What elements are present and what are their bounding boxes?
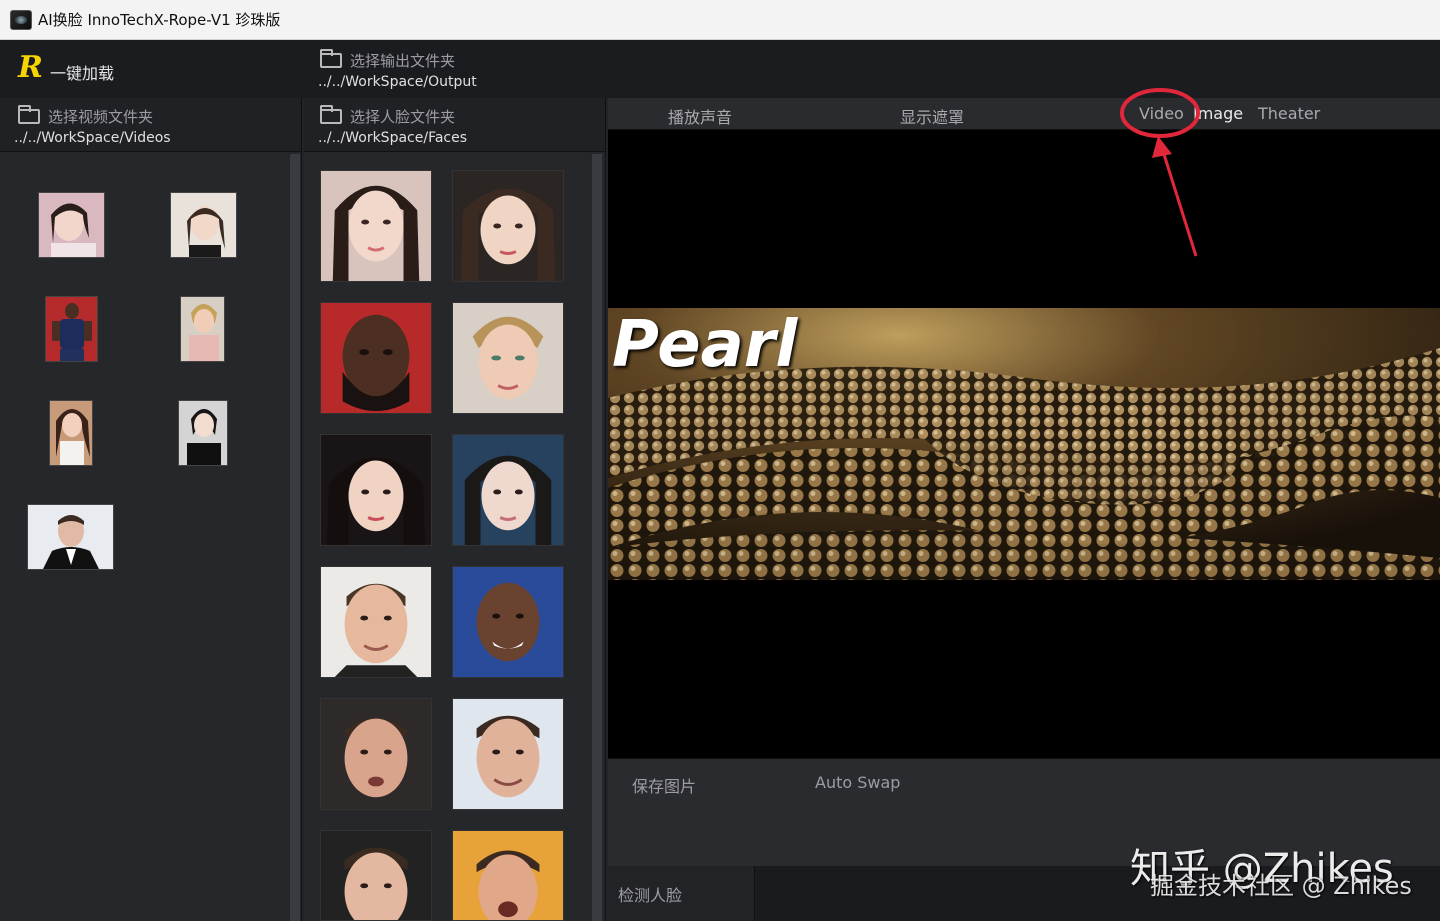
video-preview[interactable]: Pearl (608, 130, 1440, 758)
video-thumbnail[interactable] (180, 296, 225, 362)
video-thumbnail[interactable] (170, 192, 237, 258)
video-thumbnail[interactable] (38, 192, 105, 258)
face-tile[interactable] (320, 830, 432, 921)
output-folder-path: ../../WorkSpace/Output (318, 74, 477, 90)
face-grid (304, 154, 590, 921)
video-thumbnail[interactable] (45, 296, 98, 362)
select-output-folder-label: 选择输出文件夹 (350, 52, 456, 70)
logo: R (18, 50, 43, 85)
face-tile[interactable] (320, 302, 432, 414)
show-mask-toggle[interactable]: 显示遮罩 (900, 104, 964, 128)
face-tile[interactable] (452, 698, 564, 810)
app-icon (10, 9, 32, 30)
videos-scrollbar[interactable] (290, 154, 300, 921)
face-tile[interactable] (320, 434, 432, 546)
select-video-folder-button[interactable]: 选择视频文件夹 (18, 105, 154, 127)
folder-icon (320, 105, 342, 124)
select-face-folder-button[interactable]: 选择人脸文件夹 (320, 105, 456, 127)
faces-scrollbar[interactable] (592, 154, 602, 921)
video-folder-path: ../../WorkSpace/Videos (14, 130, 171, 146)
face-tile[interactable] (452, 830, 564, 921)
face-tile[interactable] (452, 566, 564, 678)
preview-frame: Pearl (608, 308, 1440, 580)
tab-video[interactable]: Video (1139, 104, 1184, 123)
tab-image[interactable]: Image (1193, 104, 1243, 123)
face-tile[interactable] (320, 170, 432, 282)
one-click-load-button[interactable]: 一键加载 (50, 60, 114, 84)
save-image-button[interactable]: 保存图片 (632, 773, 696, 797)
select-face-folder-label: 选择人脸文件夹 (350, 108, 456, 126)
video-thumbnail[interactable] (49, 400, 93, 466)
title-bar: AI换脸 InnoTechX-Rope-V1 珍珠版 (0, 0, 1440, 40)
videos-panel-header: 选择视频文件夹 ../../WorkSpace/Videos (0, 98, 301, 152)
videos-panel: 选择视频文件夹 ../../WorkSpace/Videos (0, 98, 302, 921)
face-tile[interactable] (320, 566, 432, 678)
top-header: R 一键加载 选择输出文件夹 ../../WorkSpace/Output (0, 40, 1440, 98)
window-title: AI换脸 InnoTechX-Rope-V1 珍珠版 (38, 11, 281, 29)
detect-faces-button[interactable]: 检测人脸 (618, 882, 682, 906)
preview-toolbar: 播放声音 显示遮罩 Video Image Theater (608, 98, 1440, 130)
face-tile[interactable] (320, 698, 432, 810)
faces-panel-header: 选择人脸文件夹 ../../WorkSpace/Faces (304, 98, 605, 152)
faces-panel: 选择人脸文件夹 ../../WorkSpace/Faces (304, 98, 606, 921)
tab-theater[interactable]: Theater (1258, 104, 1320, 123)
video-thumbnail[interactable] (27, 504, 114, 570)
folder-icon (320, 49, 342, 68)
video-thumbnail-list (0, 154, 288, 921)
video-thumbnail[interactable] (178, 400, 228, 466)
face-tile[interactable] (452, 302, 564, 414)
play-audio-toggle[interactable]: 播放声音 (668, 104, 732, 128)
select-video-folder-label: 选择视频文件夹 (48, 108, 154, 126)
preview-title-text: Pearl (612, 308, 798, 382)
folder-icon (18, 105, 40, 124)
face-tile[interactable] (452, 434, 564, 546)
select-output-folder-button[interactable]: 选择输出文件夹 (320, 49, 456, 71)
face-tile[interactable] (452, 170, 564, 282)
app-window: AI换脸 InnoTechX-Rope-V1 珍珠版 R 一键加载 选择输出文件… (0, 0, 1440, 921)
face-folder-path: ../../WorkSpace/Faces (318, 130, 468, 146)
watermark-secondary: 掘金技术社区 @ Zhikes (1150, 872, 1412, 900)
auto-swap-toggle[interactable]: Auto Swap (815, 773, 900, 792)
